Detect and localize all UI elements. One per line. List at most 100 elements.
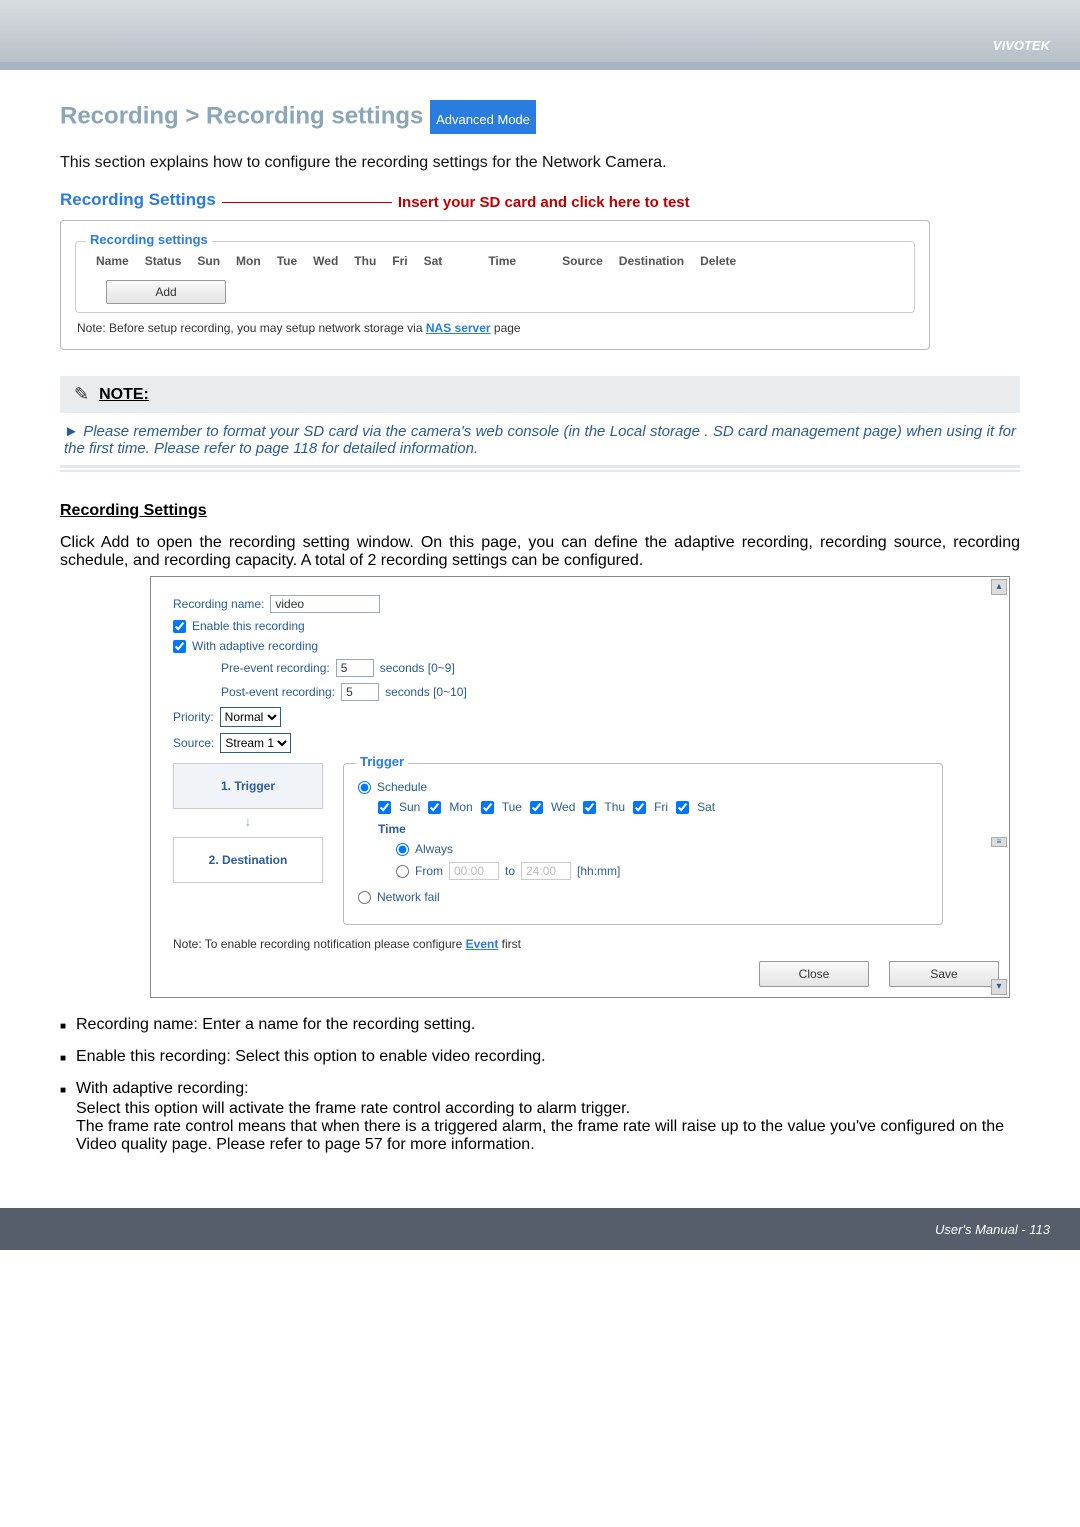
wizard-steps: 1. Trigger ↓ 2. Destination <box>173 763 323 925</box>
day-sun-checkbox[interactable] <box>378 801 391 814</box>
from-label: From <box>415 864 443 878</box>
save-button[interactable]: Save <box>889 961 999 987</box>
recording-settings-fieldset-legend: Recording settings <box>86 232 212 247</box>
recording-settings-panel: Recording settings Name Status Sun Mon T… <box>60 220 930 350</box>
always-radio[interactable] <box>396 843 409 856</box>
col-delete: Delete <box>692 254 744 268</box>
advanced-mode-badge: Advanced Mode <box>430 100 536 134</box>
recording-table-header: Name Status Sun Mon Tue Wed Thu Fri Sat … <box>86 248 904 274</box>
add-button[interactable]: Add <box>106 280 226 304</box>
from-time-input[interactable] <box>449 862 499 880</box>
note-label: NOTE: <box>99 386 149 404</box>
col-thu: Thu <box>346 254 384 268</box>
recording-settings-body: Click Add to open the recording setting … <box>60 534 1020 570</box>
post-event-label: Post-event recording: <box>221 685 335 699</box>
post-event-input[interactable] <box>341 683 379 701</box>
col-tue: Tue <box>269 254 305 268</box>
trigger-fieldset: Trigger Schedule Sun Mon Tue Wed Thu Fri… <box>343 763 943 925</box>
recording-settings-heading: Recording Settings <box>60 190 216 210</box>
day-tue-label: Tue <box>502 800 522 814</box>
day-fri-label: Fri <box>654 800 668 814</box>
recording-name-label: Recording name: <box>173 597 264 611</box>
intro-text: This section explains how to configure t… <box>60 154 1020 172</box>
hhmm-hint: [hh:mm] <box>577 864 620 878</box>
bullet-enable-recording: Enable this recording: Select this optio… <box>60 1048 1020 1066</box>
header-divider <box>0 62 1080 70</box>
col-source: Source <box>554 254 611 268</box>
col-destination: Destination <box>611 254 692 268</box>
priority-select[interactable]: Normal <box>220 707 281 727</box>
always-label: Always <box>415 842 453 856</box>
col-name: Name <box>88 254 137 268</box>
col-time: Time <box>480 254 524 268</box>
trigger-legend: Trigger <box>356 754 408 769</box>
col-sat: Sat <box>416 254 451 268</box>
note-body: ► Please remember to format your SD card… <box>60 413 1020 468</box>
page-header: VIVOTEK <box>0 0 1080 62</box>
schedule-days: Sun Mon Tue Wed Thu Fri Sat <box>378 800 928 814</box>
nas-server-link[interactable]: NAS server <box>426 321 491 335</box>
scroll-handle-icon[interactable]: ≡ <box>991 837 1007 847</box>
day-sat-checkbox[interactable] <box>676 801 689 814</box>
col-wed: Wed <box>305 254 346 268</box>
page-footer: User's Manual - 113 <box>0 1208 1080 1250</box>
day-mon-label: Mon <box>449 800 472 814</box>
dialog-note: Note: To enable recording notification p… <box>173 937 999 951</box>
adaptive-recording-checkbox[interactable] <box>173 640 186 653</box>
page-title-text: Recording > Recording settings <box>60 102 423 129</box>
to-time-input[interactable] <box>521 862 571 880</box>
day-thu-checkbox[interactable] <box>583 801 596 814</box>
pre-event-hint: seconds [0~9] <box>380 661 455 675</box>
day-mon-checkbox[interactable] <box>428 801 441 814</box>
bullet-recording-name: Recording name: Enter a name for the rec… <box>60 1016 1020 1034</box>
panel-note: Note: Before setup recording, you may se… <box>75 313 915 337</box>
source-select[interactable]: Stream 1 <box>220 733 291 753</box>
wizard-step-destination[interactable]: 2. Destination <box>173 837 323 883</box>
day-wed-label: Wed <box>551 800 575 814</box>
footer-text: User's Manual - 113 <box>935 1222 1050 1237</box>
recording-settings-subhead: Recording Settings <box>60 502 1020 520</box>
day-fri-checkbox[interactable] <box>633 801 646 814</box>
network-fail-radio[interactable] <box>358 891 371 904</box>
insert-sd-hint: Insert your SD card and click here to te… <box>398 194 690 211</box>
day-thu-label: Thu <box>604 800 625 814</box>
scroll-down-icon[interactable]: ▾ <box>991 979 1007 995</box>
network-fail-label: Network fail <box>377 890 440 904</box>
event-link[interactable]: Event <box>466 937 499 951</box>
col-status: Status <box>137 254 190 268</box>
post-event-hint: seconds [0~10] <box>385 685 467 699</box>
insert-leader-line <box>222 202 392 203</box>
col-sun: Sun <box>189 254 228 268</box>
adaptive-recording-label: With adaptive recording <box>192 639 318 653</box>
pre-event-input[interactable] <box>336 659 374 677</box>
col-mon: Mon <box>228 254 269 268</box>
recording-name-input[interactable] <box>270 595 380 613</box>
pencil-icon: ✎ <box>74 384 89 405</box>
from-radio[interactable] <box>396 865 409 878</box>
bullet-adaptive-p1: Select this option will activate the fra… <box>76 1100 1020 1118</box>
day-wed-checkbox[interactable] <box>530 801 543 814</box>
source-label: Source: <box>173 736 214 750</box>
priority-label: Priority: <box>173 710 214 724</box>
recording-dialog: ▴ ≡ ▾ Recording name: Enable this record… <box>150 576 1010 998</box>
day-sun-label: Sun <box>399 800 420 814</box>
col-fri: Fri <box>384 254 415 268</box>
schedule-radio[interactable] <box>358 781 371 794</box>
schedule-label: Schedule <box>377 780 427 794</box>
to-label: to <box>505 864 515 878</box>
bullet-adaptive-recording: With adaptive recording: Select this opt… <box>60 1080 1020 1154</box>
note-banner: ✎ NOTE: <box>60 376 1020 413</box>
pre-event-label: Pre-event recording: <box>221 661 330 675</box>
chevron-down-icon: ↓ <box>173 813 323 829</box>
bullet-adaptive-p2: The frame rate control means that when t… <box>76 1118 1020 1154</box>
enable-recording-label: Enable this recording <box>192 619 305 633</box>
enable-recording-checkbox[interactable] <box>173 620 186 633</box>
recording-settings-fieldset: Recording settings Name Status Sun Mon T… <box>75 241 915 313</box>
scroll-up-icon[interactable]: ▴ <box>991 579 1007 595</box>
day-sat-label: Sat <box>697 800 715 814</box>
note-divider <box>60 470 1020 472</box>
day-tue-checkbox[interactable] <box>481 801 494 814</box>
close-button[interactable]: Close <box>759 961 869 987</box>
wizard-step-trigger[interactable]: 1. Trigger <box>173 763 323 809</box>
time-heading: Time <box>378 822 928 836</box>
